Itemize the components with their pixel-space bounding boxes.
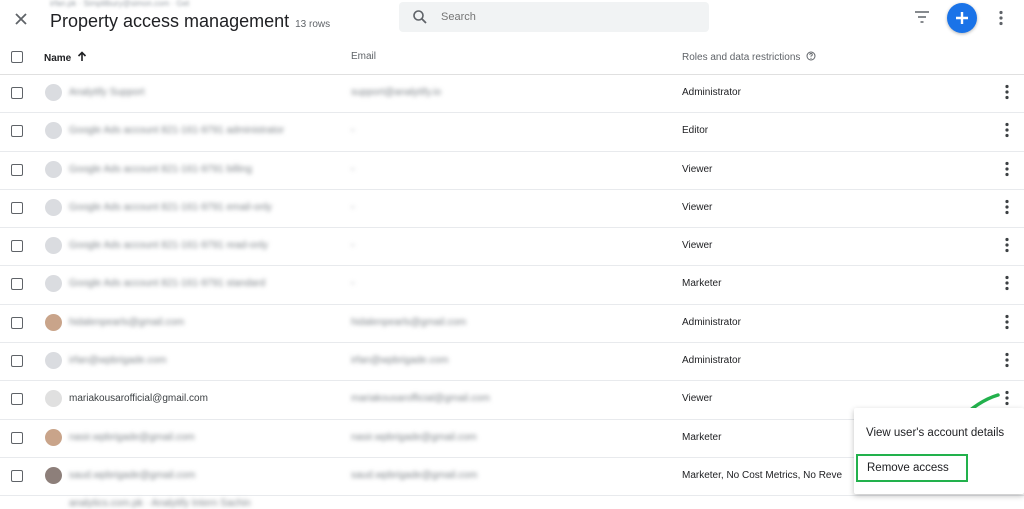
user-role: Viewer (682, 393, 713, 405)
more-vert-icon[interactable] (1004, 84, 1010, 105)
user-role: Viewer (682, 240, 713, 252)
more-vert-icon[interactable] (1004, 275, 1010, 296)
account-breadcrumb: irfan.pk · Simplilbury@simon.com · Get (50, 0, 190, 8)
row-checkbox[interactable] (11, 393, 23, 406)
row-count: 13 rows (295, 19, 331, 30)
more-vert-icon[interactable] (1004, 199, 1010, 220)
user-name: Google Ads account 821-161-9791 read-onl… (69, 240, 269, 252)
table-row[interactable]: Google Ads account 821-161-9791 read-onl… (0, 228, 1024, 267)
table-row[interactable]: Google Ads account 821-161-9791 email-on… (0, 190, 1024, 229)
user-role: Viewer (682, 201, 713, 213)
avatar (45, 198, 62, 216)
avatar (45, 313, 62, 331)
user-email: saud.wpbrigade@gmail.com (351, 469, 478, 481)
user-name: saud.wpbrigade@gmail.com (69, 469, 196, 481)
more-vert-icon[interactable] (1004, 161, 1010, 182)
close-icon[interactable] (10, 8, 32, 30)
user-name: irfan@wpbrigade.com (69, 355, 167, 367)
remove-access-item[interactable]: Remove access (856, 454, 968, 482)
arrow-up-icon (77, 51, 87, 61)
roles-column-header: Roles and data restrictions (682, 51, 816, 63)
avatar (45, 428, 62, 446)
roles-header-label: Roles and data restrictions (682, 52, 801, 63)
user-email: - (351, 278, 355, 290)
avatar (45, 84, 62, 101)
user-email: - (351, 163, 355, 175)
row-checkbox[interactable] (11, 201, 23, 214)
table-header: Name Email Roles and data restrictions (0, 40, 1024, 75)
row-checkbox[interactable] (11, 278, 23, 291)
user-email: support@analytify.io (351, 87, 442, 98)
remove-access-label: Remove access (867, 462, 949, 474)
filter-icon[interactable] (914, 10, 930, 29)
user-email: nasir.wpbrigade@gmail.com (351, 431, 477, 443)
table-row[interactable]: Google Ads account 821-161-9791 standard… (0, 266, 1024, 305)
search-box[interactable] (399, 2, 709, 32)
table-row[interactable]: Google Ads account 821-161-9791 billing -… (0, 152, 1024, 190)
row-checkbox[interactable] (11, 431, 23, 444)
table-row[interactable]: Analytify Support support@analytify.io Adm… (0, 75, 1024, 114)
user-name: mariakousarofficial@gmail.com (69, 393, 208, 405)
table-row[interactable]: Google Ads account 821-161-9791 administ… (0, 113, 1024, 152)
more-vert-icon[interactable] (1004, 122, 1010, 143)
user-name: hidalenpearls@gmail.com (69, 316, 185, 328)
user-role: Marketer (682, 278, 722, 290)
page-title: Property access management 13 rows (50, 11, 330, 32)
row-checkbox[interactable] (11, 87, 23, 99)
user-role: Editor (682, 125, 709, 137)
user-role: Marketer (682, 431, 722, 443)
avatar (45, 390, 62, 408)
table-row[interactable]: hidalenpearls@gmail.com hidalenpearls@gma… (0, 305, 1024, 344)
more-vert-icon[interactable] (1004, 352, 1010, 373)
more-vert-icon[interactable] (1004, 314, 1010, 335)
more-vert-icon[interactable] (998, 10, 1004, 31)
user-name: Google Ads account 821-161-9791 standard (69, 278, 266, 290)
avatar (45, 160, 62, 178)
avatar (45, 466, 62, 484)
more-vert-icon[interactable] (1004, 237, 1010, 258)
row-context-menu: View user's account details Remove acces… (854, 408, 1024, 494)
user-email: mariakousarofficial@gmail.com (351, 393, 490, 405)
user-name: Google Ads account 821-161-9791 email-on… (69, 201, 272, 213)
row-checkbox[interactable] (11, 469, 23, 482)
row-checkbox[interactable] (11, 125, 23, 138)
user-role: Administrator (682, 87, 741, 98)
help-icon[interactable] (806, 51, 816, 61)
select-all-checkbox[interactable] (11, 51, 23, 63)
row-checkbox[interactable] (11, 163, 23, 176)
user-role: Administrator (682, 355, 741, 367)
user-name: nasir.wpbrigade@gmail.com (69, 431, 195, 443)
user-role: Viewer (682, 163, 713, 175)
user-email: hidalenpearls@gmail.com (351, 316, 467, 328)
user-role: Administrator (682, 316, 741, 328)
user-email: irfan@wpbrigade.com (351, 355, 449, 367)
table-row[interactable]: irfan@wpbrigade.com irfan@wpbrigade.com Ad… (0, 343, 1024, 382)
view-account-details-item[interactable]: View user's account details (866, 427, 1004, 439)
row-checkbox[interactable] (11, 240, 23, 253)
row-checkbox[interactable] (11, 316, 23, 329)
avatar (45, 352, 62, 370)
row-checkbox[interactable] (11, 355, 23, 368)
user-name: analytics.com.pk · Analytify Intern Sach… (69, 498, 251, 509)
user-name: Google Ads account 821-161-9791 administ… (69, 125, 285, 137)
search-input[interactable] (441, 2, 691, 32)
user-email: - (351, 201, 355, 213)
user-email: - (351, 125, 355, 137)
page-title-text: Property access management (50, 11, 290, 31)
user-name: Google Ads account 821-161-9791 billing (69, 163, 252, 175)
name-header-label: Name (44, 53, 72, 64)
name-column-header[interactable]: Name (44, 51, 87, 64)
avatar (45, 237, 62, 255)
search-icon (413, 10, 427, 24)
header: irfan.pk · Simplilbury@simon.com · Get P… (0, 0, 1024, 40)
avatar (45, 275, 62, 293)
user-email: - (351, 240, 355, 252)
avatar (45, 122, 62, 140)
add-icon (956, 12, 968, 24)
user-role: Marketer, No Cost Metrics, No Reve (682, 469, 843, 481)
user-name: Analytify Support (69, 87, 145, 98)
table-row[interactable]: analytics.com.pk · Analytify Intern Sach… (0, 496, 1024, 509)
add-user-button[interactable] (947, 3, 977, 33)
email-column-header[interactable]: Email (351, 51, 376, 62)
